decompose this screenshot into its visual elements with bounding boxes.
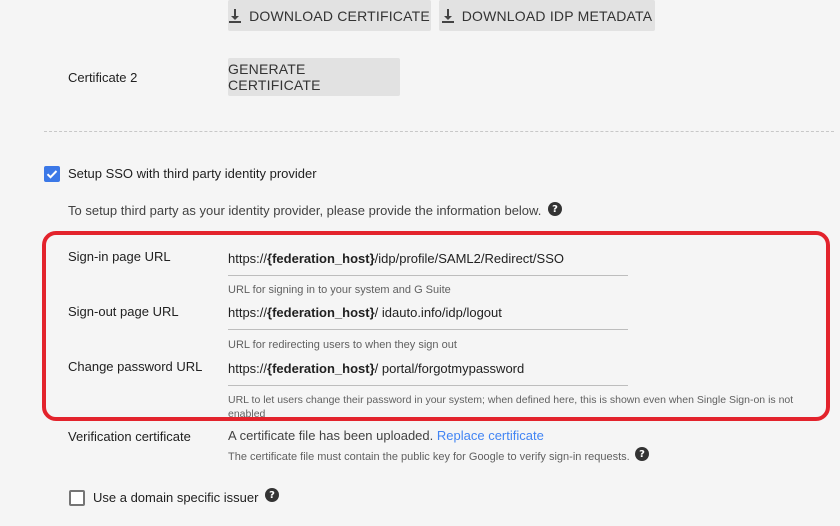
download-certificate-label: DOWNLOAD CERTIFICATE [249, 7, 430, 24]
download-icon [229, 8, 242, 23]
checkmark-icon [46, 170, 58, 179]
setup-sso-checkbox[interactable] [44, 166, 60, 182]
certificate2-label: Certificate 2 [68, 70, 138, 85]
download-icon [441, 8, 454, 23]
generate-certificate-button[interactable]: GENERATE CERTIFICATE [228, 58, 400, 96]
verification-status: A certificate file has been uploaded. Re… [228, 428, 544, 443]
setup-sso-label: Setup SSO with third party identity prov… [68, 166, 317, 181]
generate-certificate-label: GENERATE CERTIFICATE [228, 61, 321, 93]
highlight-box [42, 231, 830, 421]
download-idp-metadata-button[interactable]: DOWNLOAD IDP METADATA [439, 0, 655, 31]
help-icon[interactable]: ? [635, 447, 649, 461]
verification-certificate-label: Verification certificate [68, 429, 191, 444]
verification-hint: The certificate file must contain the pu… [228, 451, 630, 463]
help-icon[interactable]: ? [265, 488, 279, 502]
replace-certificate-link[interactable]: Replace certificate [437, 428, 544, 443]
download-idp-metadata-label: DOWNLOAD IDP METADATA [461, 7, 653, 24]
verification-status-text: A certificate file has been uploaded. [228, 428, 434, 443]
sso-intro-text: To setup third party as your identity pr… [68, 203, 542, 218]
domain-issuer-checkbox[interactable] [69, 490, 85, 506]
domain-issuer-label: Use a domain specific issuer [93, 490, 259, 505]
download-certificate-button[interactable]: DOWNLOAD CERTIFICATE [228, 0, 431, 31]
help-icon[interactable]: ? [548, 202, 562, 216]
section-divider [44, 131, 834, 132]
